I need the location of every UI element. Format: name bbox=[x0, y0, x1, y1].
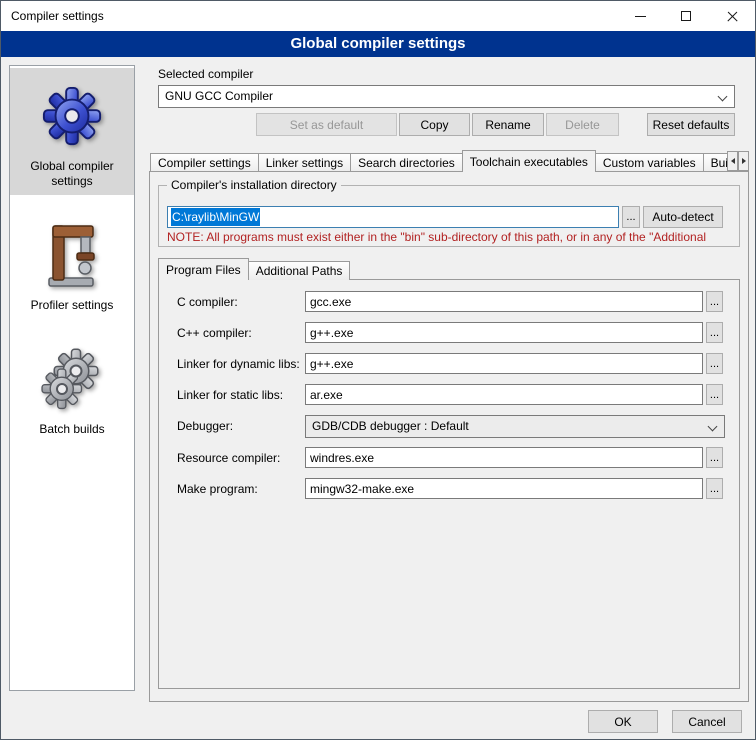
installation-directory-group-title: Compiler's installation directory bbox=[167, 178, 341, 192]
tab-search-directories[interactable]: Search directories bbox=[350, 153, 463, 172]
install-dir-browse-button[interactable]: ... bbox=[622, 206, 640, 228]
programs-tabstrip: Program Files Additional Paths bbox=[158, 258, 740, 280]
compiler-settings-dialog: Compiler settings Global compiler settin… bbox=[0, 0, 756, 740]
close-button[interactable] bbox=[709, 1, 755, 31]
rename-button[interactable]: Rename bbox=[472, 113, 544, 136]
tab-program-files[interactable]: Program Files bbox=[158, 258, 249, 280]
linker-static-input[interactable] bbox=[305, 384, 703, 405]
install-dir-selected-text: C:\raylib\MinGW bbox=[171, 208, 260, 226]
tab-build-options[interactable]: Build options bbox=[703, 153, 727, 172]
settings-tabstrip: Compiler settings Linker settings Search… bbox=[150, 150, 727, 172]
auto-detect-button[interactable]: Auto-detect bbox=[643, 206, 723, 228]
make-program-label: Make program: bbox=[177, 482, 258, 496]
make-program-input[interactable] bbox=[305, 478, 703, 499]
debugger-value: GDB/CDB debugger : Default bbox=[312, 419, 469, 433]
tab-custom-variables[interactable]: Custom variables bbox=[595, 153, 704, 172]
triangle-right-icon bbox=[742, 158, 746, 164]
sidebar-item-label: Profiler settings bbox=[12, 298, 132, 313]
selected-compiler-value: GNU GCC Compiler bbox=[165, 89, 273, 103]
cancel-button[interactable]: Cancel bbox=[672, 710, 742, 733]
c-compiler-input[interactable] bbox=[305, 291, 703, 312]
tab-linker-settings[interactable]: Linker settings bbox=[258, 153, 351, 172]
install-dir-input[interactable]: C:\raylib\MinGW bbox=[167, 206, 619, 228]
set-as-default-button[interactable]: Set as default bbox=[256, 113, 397, 136]
tab-scroll-left-button[interactable] bbox=[727, 151, 738, 171]
linker-static-browse-button[interactable]: ... bbox=[706, 384, 723, 405]
delete-button[interactable]: Delete bbox=[546, 113, 619, 136]
reset-defaults-button[interactable]: Reset defaults bbox=[647, 113, 735, 136]
minimize-button[interactable] bbox=[617, 1, 663, 31]
resource-compiler-label: Resource compiler: bbox=[177, 451, 280, 465]
cpp-compiler-input[interactable] bbox=[305, 322, 703, 343]
selected-compiler-label: Selected compiler bbox=[158, 67, 253, 81]
c-compiler-browse-button[interactable]: ... bbox=[706, 291, 723, 312]
tab-toolchain-executables[interactable]: Toolchain executables bbox=[462, 150, 596, 172]
blue-gear-icon bbox=[12, 76, 132, 156]
cpp-compiler-label: C++ compiler: bbox=[177, 326, 252, 340]
ok-button[interactable]: OK bbox=[588, 710, 658, 733]
triangle-left-icon bbox=[731, 158, 735, 164]
resource-compiler-browse-button[interactable]: ... bbox=[706, 447, 723, 468]
linker-dynamic-browse-button[interactable]: ... bbox=[706, 353, 723, 374]
sidebar-item-profiler-settings[interactable]: Profiler settings bbox=[10, 207, 134, 319]
c-compiler-label: C compiler: bbox=[177, 295, 238, 309]
copy-button[interactable]: Copy bbox=[399, 113, 470, 136]
cpp-compiler-browse-button[interactable]: ... bbox=[706, 322, 723, 343]
settings-category-list: Global compiler settings Profiler settin… bbox=[9, 65, 135, 691]
sidebar-item-global-compiler-settings[interactable]: Global compiler settings bbox=[10, 68, 134, 195]
maximize-icon bbox=[681, 11, 691, 21]
chevron-down-icon bbox=[718, 92, 728, 102]
sidebar-item-batch-builds[interactable]: Batch builds bbox=[10, 331, 134, 443]
profiler-tool-icon bbox=[12, 215, 132, 295]
page-title: Global compiler settings bbox=[1, 31, 755, 57]
debugger-select[interactable]: GDB/CDB debugger : Default bbox=[305, 415, 725, 438]
tab-scroll-right-button[interactable] bbox=[738, 151, 749, 171]
program-files-panel: C compiler: ... C++ compiler: ... Linker… bbox=[158, 279, 740, 689]
gear-stack-icon bbox=[12, 339, 132, 419]
linker-static-label: Linker for static libs: bbox=[177, 388, 283, 402]
titlebar[interactable]: Compiler settings bbox=[1, 1, 755, 31]
window-title: Compiler settings bbox=[11, 1, 104, 31]
debugger-label: Debugger: bbox=[177, 419, 233, 433]
tab-additional-paths[interactable]: Additional Paths bbox=[248, 261, 351, 280]
linker-dynamic-label: Linker for dynamic libs: bbox=[177, 357, 300, 371]
sidebar-item-label: Global compiler settings bbox=[12, 159, 132, 189]
tab-compiler-settings[interactable]: Compiler settings bbox=[150, 153, 259, 172]
chevron-down-icon bbox=[708, 422, 718, 432]
linker-dynamic-input[interactable] bbox=[305, 353, 703, 374]
minimize-icon bbox=[635, 16, 646, 17]
note-text: NOTE: All programs must exist either in … bbox=[167, 230, 739, 244]
maximize-button[interactable] bbox=[663, 1, 709, 31]
resource-compiler-input[interactable] bbox=[305, 447, 703, 468]
sidebar-item-label: Batch builds bbox=[12, 422, 132, 437]
close-icon bbox=[726, 10, 739, 23]
selected-compiler-select[interactable]: GNU GCC Compiler bbox=[158, 85, 735, 108]
make-program-browse-button[interactable]: ... bbox=[706, 478, 723, 499]
